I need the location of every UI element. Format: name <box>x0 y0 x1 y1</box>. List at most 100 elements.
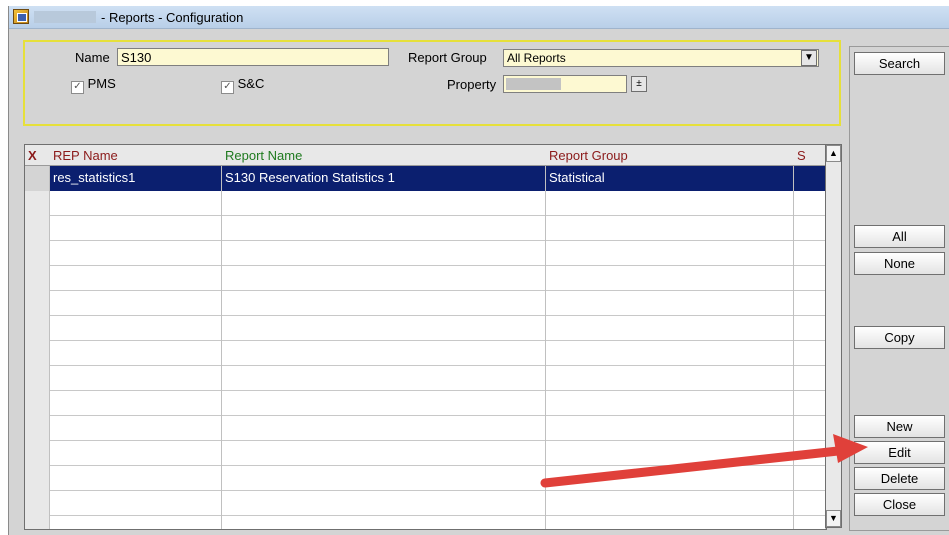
row-select-cell[interactable] <box>25 291 50 316</box>
report-group-cell[interactable] <box>546 241 794 266</box>
table-row[interactable] <box>25 191 826 216</box>
report-group-cell[interactable] <box>546 416 794 441</box>
s-cell[interactable] <box>794 266 826 291</box>
delete-button[interactable]: Delete <box>854 467 945 490</box>
table-row[interactable] <box>25 466 826 491</box>
report-group-cell[interactable] <box>546 216 794 241</box>
all-button[interactable]: All <box>854 225 945 248</box>
table-row[interactable] <box>25 291 826 316</box>
row-select-cell[interactable] <box>25 241 50 266</box>
row-select-cell[interactable] <box>25 191 50 216</box>
rep-name-cell[interactable]: res_statistics1 <box>50 166 222 191</box>
report-name-cell[interactable] <box>222 216 546 241</box>
row-select-cell[interactable] <box>25 266 50 291</box>
row-select-cell[interactable] <box>25 516 50 529</box>
table-row[interactable] <box>25 516 826 529</box>
rep-name-cell[interactable] <box>50 466 222 491</box>
row-select-cell[interactable] <box>25 466 50 491</box>
report-group-cell[interactable] <box>546 441 794 466</box>
s-cell[interactable] <box>794 216 826 241</box>
report-group-cell[interactable] <box>546 391 794 416</box>
scroll-down-icon[interactable]: ▼ <box>826 510 841 527</box>
row-select-cell[interactable] <box>25 216 50 241</box>
s-cell[interactable] <box>794 441 826 466</box>
rep-name-cell[interactable] <box>50 191 222 216</box>
row-select-cell[interactable] <box>25 416 50 441</box>
search-button[interactable]: Search <box>854 52 945 75</box>
s-cell[interactable] <box>794 316 826 341</box>
table-row[interactable]: res_statistics1 S130 Reservation Statist… <box>25 166 826 191</box>
s-cell[interactable] <box>794 341 826 366</box>
s-cell[interactable] <box>794 366 826 391</box>
rep-name-cell[interactable] <box>50 266 222 291</box>
col-header-report-name[interactable]: Report Name <box>222 145 546 166</box>
row-select-cell[interactable] <box>25 341 50 366</box>
row-select-cell[interactable] <box>25 366 50 391</box>
s-cell[interactable] <box>794 391 826 416</box>
report-name-cell[interactable]: S130 Reservation Statistics 1 <box>222 166 546 191</box>
report-name-cell[interactable] <box>222 441 546 466</box>
pms-checkbox[interactable]: ✓ PMS <box>71 76 116 94</box>
col-header-report-group[interactable]: Report Group <box>546 145 794 166</box>
sc-checkbox[interactable]: ✓ S&C <box>221 76 264 94</box>
table-row[interactable] <box>25 391 826 416</box>
rep-name-cell[interactable] <box>50 441 222 466</box>
report-name-cell[interactable] <box>222 241 546 266</box>
report-group-cell[interactable] <box>546 466 794 491</box>
table-row[interactable] <box>25 416 826 441</box>
report-group-cell[interactable] <box>546 341 794 366</box>
s-cell[interactable] <box>794 166 826 191</box>
rep-name-cell[interactable] <box>50 241 222 266</box>
rep-name-cell[interactable] <box>50 516 222 529</box>
report-name-cell[interactable] <box>222 466 546 491</box>
rep-name-cell[interactable] <box>50 341 222 366</box>
table-row[interactable] <box>25 491 826 516</box>
col-header-rep-name[interactable]: REP Name <box>50 145 222 166</box>
report-group-cell[interactable] <box>546 516 794 529</box>
table-row[interactable] <box>25 266 826 291</box>
report-group-cell[interactable] <box>546 491 794 516</box>
report-name-cell[interactable] <box>222 191 546 216</box>
report-name-cell[interactable] <box>222 316 546 341</box>
name-input[interactable]: S130 <box>117 48 389 66</box>
table-row[interactable] <box>25 241 826 266</box>
property-input[interactable] <box>503 75 627 93</box>
report-name-cell[interactable] <box>222 416 546 441</box>
report-name-cell[interactable] <box>222 491 546 516</box>
new-button[interactable]: New <box>854 415 945 438</box>
grid-vertical-scrollbar[interactable]: ▲ ▼ <box>825 144 842 528</box>
report-group-cell[interactable] <box>546 366 794 391</box>
table-row[interactable] <box>25 366 826 391</box>
col-header-s[interactable]: S <box>794 145 826 166</box>
report-group-cell[interactable] <box>546 316 794 341</box>
rep-name-cell[interactable] <box>50 491 222 516</box>
report-name-cell[interactable] <box>222 391 546 416</box>
row-select-cell[interactable] <box>25 166 50 191</box>
report-name-cell[interactable] <box>222 266 546 291</box>
edit-button[interactable]: Edit <box>854 441 945 464</box>
s-cell[interactable] <box>794 466 826 491</box>
rep-name-cell[interactable] <box>50 316 222 341</box>
rep-name-cell[interactable] <box>50 366 222 391</box>
s-cell[interactable] <box>794 516 826 529</box>
report-name-cell[interactable] <box>222 366 546 391</box>
s-cell[interactable] <box>794 241 826 266</box>
s-cell[interactable] <box>794 491 826 516</box>
rep-name-cell[interactable] <box>50 416 222 441</box>
close-button[interactable]: Close <box>854 493 945 516</box>
copy-button[interactable]: Copy <box>854 326 945 349</box>
report-name-cell[interactable] <box>222 291 546 316</box>
report-group-dropdown-arrow-icon[interactable]: ▼ <box>801 50 817 66</box>
s-cell[interactable] <box>794 291 826 316</box>
report-group-select[interactable]: All Reports <box>503 49 819 67</box>
report-name-cell[interactable] <box>222 341 546 366</box>
row-select-cell[interactable] <box>25 491 50 516</box>
report-group-cell[interactable] <box>546 291 794 316</box>
s-cell[interactable] <box>794 191 826 216</box>
none-button[interactable]: None <box>854 252 945 275</box>
table-row[interactable] <box>25 316 826 341</box>
report-group-cell[interactable]: Statistical <box>546 166 794 191</box>
table-row[interactable] <box>25 441 826 466</box>
report-name-cell[interactable] <box>222 516 546 529</box>
row-select-cell[interactable] <box>25 441 50 466</box>
